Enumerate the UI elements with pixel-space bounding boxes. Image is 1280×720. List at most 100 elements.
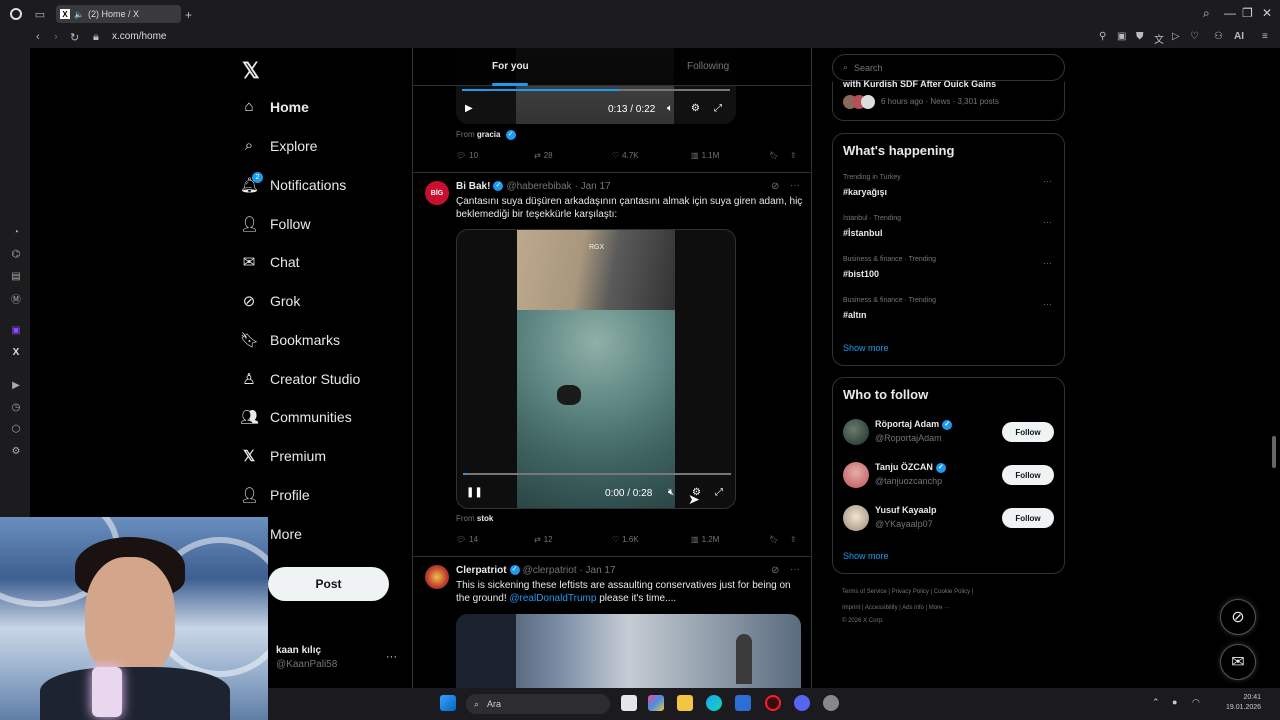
extensions-icon[interactable]: ⬡	[10, 423, 22, 435]
account-handle[interactable]: @KaanPali58	[276, 659, 337, 670]
trend-tag[interactable]: #İstanbul	[843, 228, 883, 238]
tab-following[interactable]: Following	[687, 61, 729, 72]
like-button[interactable]: ♡ 4.7K	[612, 151, 639, 160]
pause-icon[interactable]: ❚❚	[466, 487, 483, 498]
show-more-link[interactable]: Show more	[843, 343, 889, 353]
avatar[interactable]	[843, 462, 869, 488]
translate-icon[interactable]: 文	[1154, 31, 1164, 46]
chatgpt-icon[interactable]: ⌬	[10, 248, 22, 260]
forward-icon[interactable]: ›	[54, 31, 58, 43]
search-input[interactable]: ⌕ Search	[832, 54, 1065, 81]
shield-icon[interactable]: ⛊	[1136, 31, 1144, 42]
profile-icon[interactable]: ⚇	[1214, 31, 1223, 42]
heart-icon[interactable]: ♡	[1190, 31, 1199, 42]
avatar[interactable]	[843, 505, 869, 531]
m-icon[interactable]: Ⓜ	[10, 292, 22, 306]
account-more-icon[interactable]: ···	[386, 651, 397, 663]
mention-link[interactable]: @realDonaldTrump	[509, 593, 596, 604]
x-logo-icon[interactable]: 𝕏	[242, 58, 260, 84]
like-button[interactable]: ♡ 1.6K	[612, 535, 639, 544]
show-more-link[interactable]: Show more	[843, 551, 889, 561]
avatar[interactable]	[843, 419, 869, 445]
trend-tag[interactable]: #altın	[843, 310, 867, 320]
nav-premium[interactable]: 𝕏 Premium	[240, 447, 326, 465]
repost-button[interactable]: ⇄ 12	[534, 535, 553, 544]
nav-communities[interactable]: 👥︎ Communities	[240, 408, 352, 426]
aria-icon[interactable]: ◔	[10, 226, 22, 238]
trend-more-icon[interactable]: ···	[1043, 176, 1052, 186]
follow-button[interactable]: Follow	[1002, 422, 1054, 442]
audio-icon[interactable]: 🔈	[74, 10, 84, 19]
ai-button[interactable]: AI	[1234, 31, 1244, 42]
share-button[interactable]: ⇪	[790, 151, 797, 160]
tray-chevron-icon[interactable]: ⌃	[1152, 697, 1160, 708]
browser-tab[interactable]: X 🔈 (2) Home / X	[56, 5, 181, 23]
play-icon[interactable]: ▷	[1172, 31, 1180, 42]
edge-icon[interactable]	[706, 695, 722, 711]
task-view-icon[interactable]	[621, 695, 637, 711]
reply-button[interactable]: 💬︎ 14	[456, 535, 478, 544]
follow-suggestion-name[interactable]: Yusuf Kayaalp	[875, 505, 937, 515]
nav-grok[interactable]: ⊘ Grok	[240, 292, 301, 310]
new-tab-icon[interactable]: +	[185, 8, 192, 22]
follow-suggestion-handle[interactable]: @YKayaalp07	[875, 519, 933, 529]
avatar[interactable]	[425, 565, 449, 589]
follow-suggestion-name[interactable]: Röportaj Adam ✓	[875, 419, 955, 430]
video-progress[interactable]	[462, 89, 730, 91]
fullscreen-icon[interactable]: ⤢	[714, 103, 722, 114]
history-icon[interactable]: ◷	[10, 401, 22, 413]
windows-start-icon[interactable]	[440, 695, 456, 711]
reload-icon[interactable]: ↻	[70, 31, 79, 44]
nav-chat[interactable]: ✉ Chat	[240, 253, 300, 271]
tweet-date[interactable]: Jan 17	[581, 181, 611, 192]
back-icon[interactable]: ‹	[36, 31, 40, 43]
from-user[interactable]: stok	[477, 514, 493, 523]
tweet-more-icon[interactable]: ···	[790, 564, 800, 575]
bookmark-button[interactable]: 🔖︎	[769, 151, 779, 160]
scrollbar[interactable]	[1272, 436, 1276, 468]
author-name[interactable]: Clerpatriot	[456, 565, 507, 576]
grok-fab[interactable]: ⊘	[1220, 599, 1256, 635]
follow-button[interactable]: Follow	[1002, 465, 1054, 485]
nav-follow[interactable]: 👤︎ Follow	[240, 215, 310, 233]
video-settings-icon[interactable]: ⚙	[691, 103, 700, 114]
wifi-icon[interactable]: ◠	[1192, 697, 1200, 708]
settings-icon[interactable]: ⚙	[10, 445, 22, 457]
tweet-more-icon[interactable]: ···	[790, 180, 800, 191]
repost-button[interactable]: ⇄ 28	[534, 151, 553, 160]
twitch-icon[interactable]: ▣	[10, 324, 22, 336]
nav-explore[interactable]: ⌕ Explore	[240, 137, 318, 154]
pin-icon[interactable]: ⚲	[1099, 31, 1106, 42]
menu-icon[interactable]: ≡	[1262, 31, 1268, 42]
nav-creator-studio[interactable]: ♙ Creator Studio	[240, 370, 360, 388]
tweet-date[interactable]: Jan 17	[586, 565, 616, 576]
close-window-icon[interactable]: ✕	[1262, 6, 1272, 20]
video-progress[interactable]	[463, 473, 731, 475]
snapshot-icon[interactable]: ▣	[1117, 31, 1126, 42]
grok-explain-icon[interactable]: ⊘	[771, 181, 779, 192]
nav-bookmarks[interactable]: 🔖︎ Bookmarks	[240, 331, 340, 349]
opera-logo-icon[interactable]	[10, 8, 22, 20]
volume-icon[interactable]: 🔈︎	[667, 103, 673, 114]
video-player[interactable]: RGX ❚❚ 0:00 / 0:28 🔇︎ ⚙ ⤢	[456, 229, 736, 509]
tweet-image[interactable]	[456, 614, 801, 688]
follow-suggestion-handle[interactable]: @tanjuozcanchp	[875, 476, 942, 486]
follow-suggestion-handle[interactable]: @RoportajAdam	[875, 433, 942, 443]
trend-tag[interactable]: #karyağışı	[843, 187, 887, 197]
taskbar-clock[interactable]: 20:41 19.01.2026	[1226, 693, 1261, 713]
footer-links[interactable]: Imprint | Accessibility | Ads info | Mor…	[842, 605, 950, 611]
fullscreen-icon[interactable]: ⤢	[715, 487, 723, 498]
workspaces-icon[interactable]: ▭	[34, 8, 46, 21]
trend-more-icon[interactable]: ···	[1043, 217, 1052, 227]
follow-suggestion-name[interactable]: Tanju ÖZCAN ✓	[875, 462, 949, 473]
bookmark-button[interactable]: 🔖︎	[769, 535, 779, 544]
messages-fab[interactable]: ✉	[1220, 644, 1256, 680]
author-handle[interactable]: @clerpatriot	[523, 565, 577, 576]
nav-notifications[interactable]: 🔔︎ 2 Notifications	[240, 172, 346, 194]
opera-gx-icon[interactable]	[765, 695, 781, 711]
follow-button[interactable]: Follow	[1002, 508, 1054, 528]
share-button[interactable]: ⇪	[790, 535, 797, 544]
search-tabs-icon[interactable]: ⌕	[1203, 6, 1210, 21]
taskbar-search[interactable]: ⌕ Ara	[466, 694, 610, 714]
tray-app-icon[interactable]: ●	[1172, 697, 1177, 707]
